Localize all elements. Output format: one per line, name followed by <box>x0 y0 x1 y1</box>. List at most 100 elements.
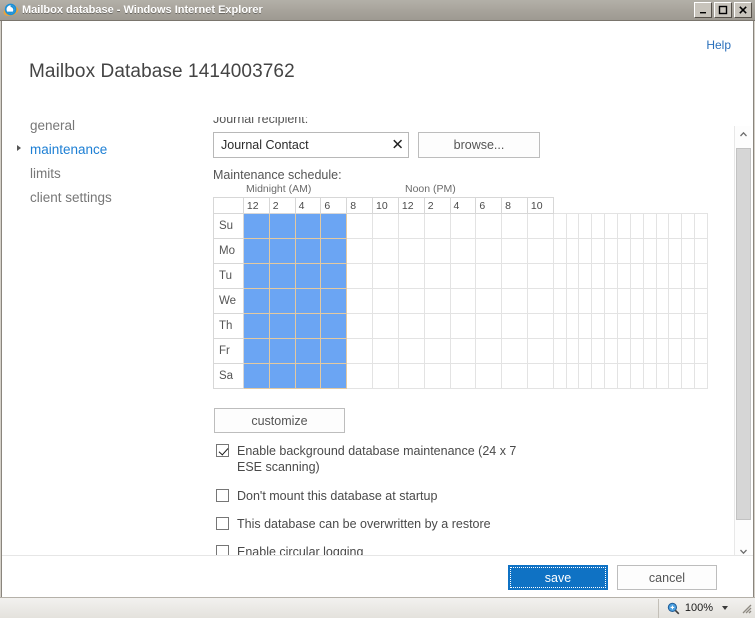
schedule-cell[interactable] <box>694 313 708 339</box>
schedule-cell[interactable] <box>242 213 270 239</box>
checkbox-icon[interactable] <box>216 444 229 457</box>
schedule-cell[interactable] <box>629 363 644 389</box>
schedule-cell[interactable] <box>449 213 477 239</box>
schedule-cell[interactable] <box>655 363 670 389</box>
schedule-cell[interactable] <box>501 313 528 339</box>
schedule-cell[interactable] <box>268 213 296 239</box>
schedule-cell[interactable] <box>294 213 322 239</box>
schedule-cell[interactable] <box>397 313 425 339</box>
schedule-cell[interactable] <box>526 238 554 264</box>
schedule-cell[interactable] <box>565 288 580 314</box>
schedule-cell[interactable] <box>552 238 567 264</box>
schedule-cell[interactable] <box>294 313 322 339</box>
schedule-cell[interactable] <box>668 288 683 314</box>
schedule-cell[interactable] <box>475 288 503 314</box>
schedule-cell[interactable] <box>423 238 451 264</box>
schedule-cell[interactable] <box>268 288 296 314</box>
schedule-cell[interactable] <box>501 213 528 239</box>
schedule-cell[interactable] <box>346 263 373 289</box>
schedule-cell[interactable] <box>629 313 644 339</box>
schedule-cell[interactable] <box>655 313 670 339</box>
schedule-cell[interactable] <box>552 213 567 239</box>
schedule-cell[interactable] <box>694 213 708 239</box>
schedule-cell[interactable] <box>668 213 683 239</box>
schedule-cell[interactable] <box>501 238 528 264</box>
schedule-cell[interactable] <box>681 313 696 339</box>
schedule-cell[interactable] <box>501 288 528 314</box>
schedule-cell[interactable] <box>320 263 348 289</box>
schedule-cell[interactable] <box>268 363 296 389</box>
checkbox-row-dont-mount[interactable]: Don't mount this database at startup <box>216 488 546 504</box>
schedule-cell[interactable] <box>346 338 373 364</box>
schedule-cell[interactable] <box>668 263 683 289</box>
schedule-cell[interactable] <box>423 363 451 389</box>
schedule-cell[interactable] <box>604 363 619 389</box>
schedule-cell[interactable] <box>397 238 425 264</box>
cancel-button[interactable]: cancel <box>617 565 717 590</box>
schedule-cell[interactable] <box>655 213 670 239</box>
schedule-cell[interactable] <box>578 263 593 289</box>
schedule-cell[interactable] <box>552 263 567 289</box>
schedule-cell[interactable] <box>242 338 270 364</box>
schedule-cell[interactable] <box>449 238 477 264</box>
schedule-cell[interactable] <box>346 288 373 314</box>
schedule-cell[interactable] <box>604 213 619 239</box>
schedule-cell[interactable] <box>591 213 606 239</box>
schedule-cell[interactable] <box>346 238 373 264</box>
schedule-cell[interactable] <box>371 313 399 339</box>
schedule-cell[interactable] <box>694 363 708 389</box>
schedule-cell[interactable] <box>268 313 296 339</box>
schedule-cell[interactable] <box>526 313 554 339</box>
schedule-cell[interactable] <box>642 213 657 239</box>
schedule-cell[interactable] <box>552 313 567 339</box>
schedule-cell[interactable] <box>617 363 631 389</box>
scrollbar-thumb[interactable] <box>735 148 751 520</box>
schedule-cell[interactable] <box>320 363 348 389</box>
schedule-cell[interactable] <box>475 263 503 289</box>
schedule-cell[interactable] <box>694 238 708 264</box>
schedule-cell[interactable] <box>526 263 554 289</box>
schedule-cell[interactable] <box>578 313 593 339</box>
schedule-cell[interactable] <box>552 338 567 364</box>
schedule-cell[interactable] <box>617 338 631 364</box>
schedule-cell[interactable] <box>565 313 580 339</box>
schedule-cell[interactable] <box>629 213 644 239</box>
schedule-cell[interactable] <box>565 338 580 364</box>
schedule-cell[interactable] <box>565 213 580 239</box>
schedule-cell[interactable] <box>294 238 322 264</box>
schedule-cell[interactable] <box>294 288 322 314</box>
schedule-cell[interactable] <box>604 238 619 264</box>
schedule-cell[interactable] <box>578 238 593 264</box>
schedule-cell[interactable] <box>565 363 580 389</box>
help-link[interactable]: Help <box>706 38 731 52</box>
schedule-cell[interactable] <box>681 263 696 289</box>
schedule-cell[interactable] <box>668 313 683 339</box>
schedule-cell[interactable] <box>371 263 399 289</box>
chevron-down-icon[interactable] <box>722 606 728 610</box>
schedule-cell[interactable] <box>449 363 477 389</box>
sidebar-item-maintenance[interactable]: maintenance <box>17 137 196 161</box>
schedule-cell[interactable] <box>423 213 451 239</box>
vertical-scrollbar[interactable] <box>734 126 751 560</box>
schedule-cell[interactable] <box>320 288 348 314</box>
minimize-button[interactable] <box>694 2 712 18</box>
schedule-cell[interactable] <box>642 363 657 389</box>
clear-icon[interactable]: ✕ <box>391 137 404 153</box>
schedule-cell[interactable] <box>449 263 477 289</box>
schedule-cell[interactable] <box>604 338 619 364</box>
schedule-cell[interactable] <box>346 313 373 339</box>
checkbox-icon[interactable] <box>216 517 229 530</box>
schedule-cell[interactable] <box>694 263 708 289</box>
schedule-cell[interactable] <box>578 363 593 389</box>
checkbox-icon[interactable] <box>216 489 229 502</box>
sidebar-item-general[interactable]: general <box>26 113 196 137</box>
schedule-cell[interactable] <box>526 213 554 239</box>
schedule-cell[interactable] <box>294 263 322 289</box>
schedule-cell[interactable] <box>397 338 425 364</box>
schedule-cell[interactable] <box>604 263 619 289</box>
schedule-cell[interactable] <box>681 363 696 389</box>
schedule-cell[interactable] <box>371 288 399 314</box>
schedule-cell[interactable] <box>617 313 631 339</box>
schedule-cell[interactable] <box>591 238 606 264</box>
save-button[interactable]: save <box>508 565 608 590</box>
